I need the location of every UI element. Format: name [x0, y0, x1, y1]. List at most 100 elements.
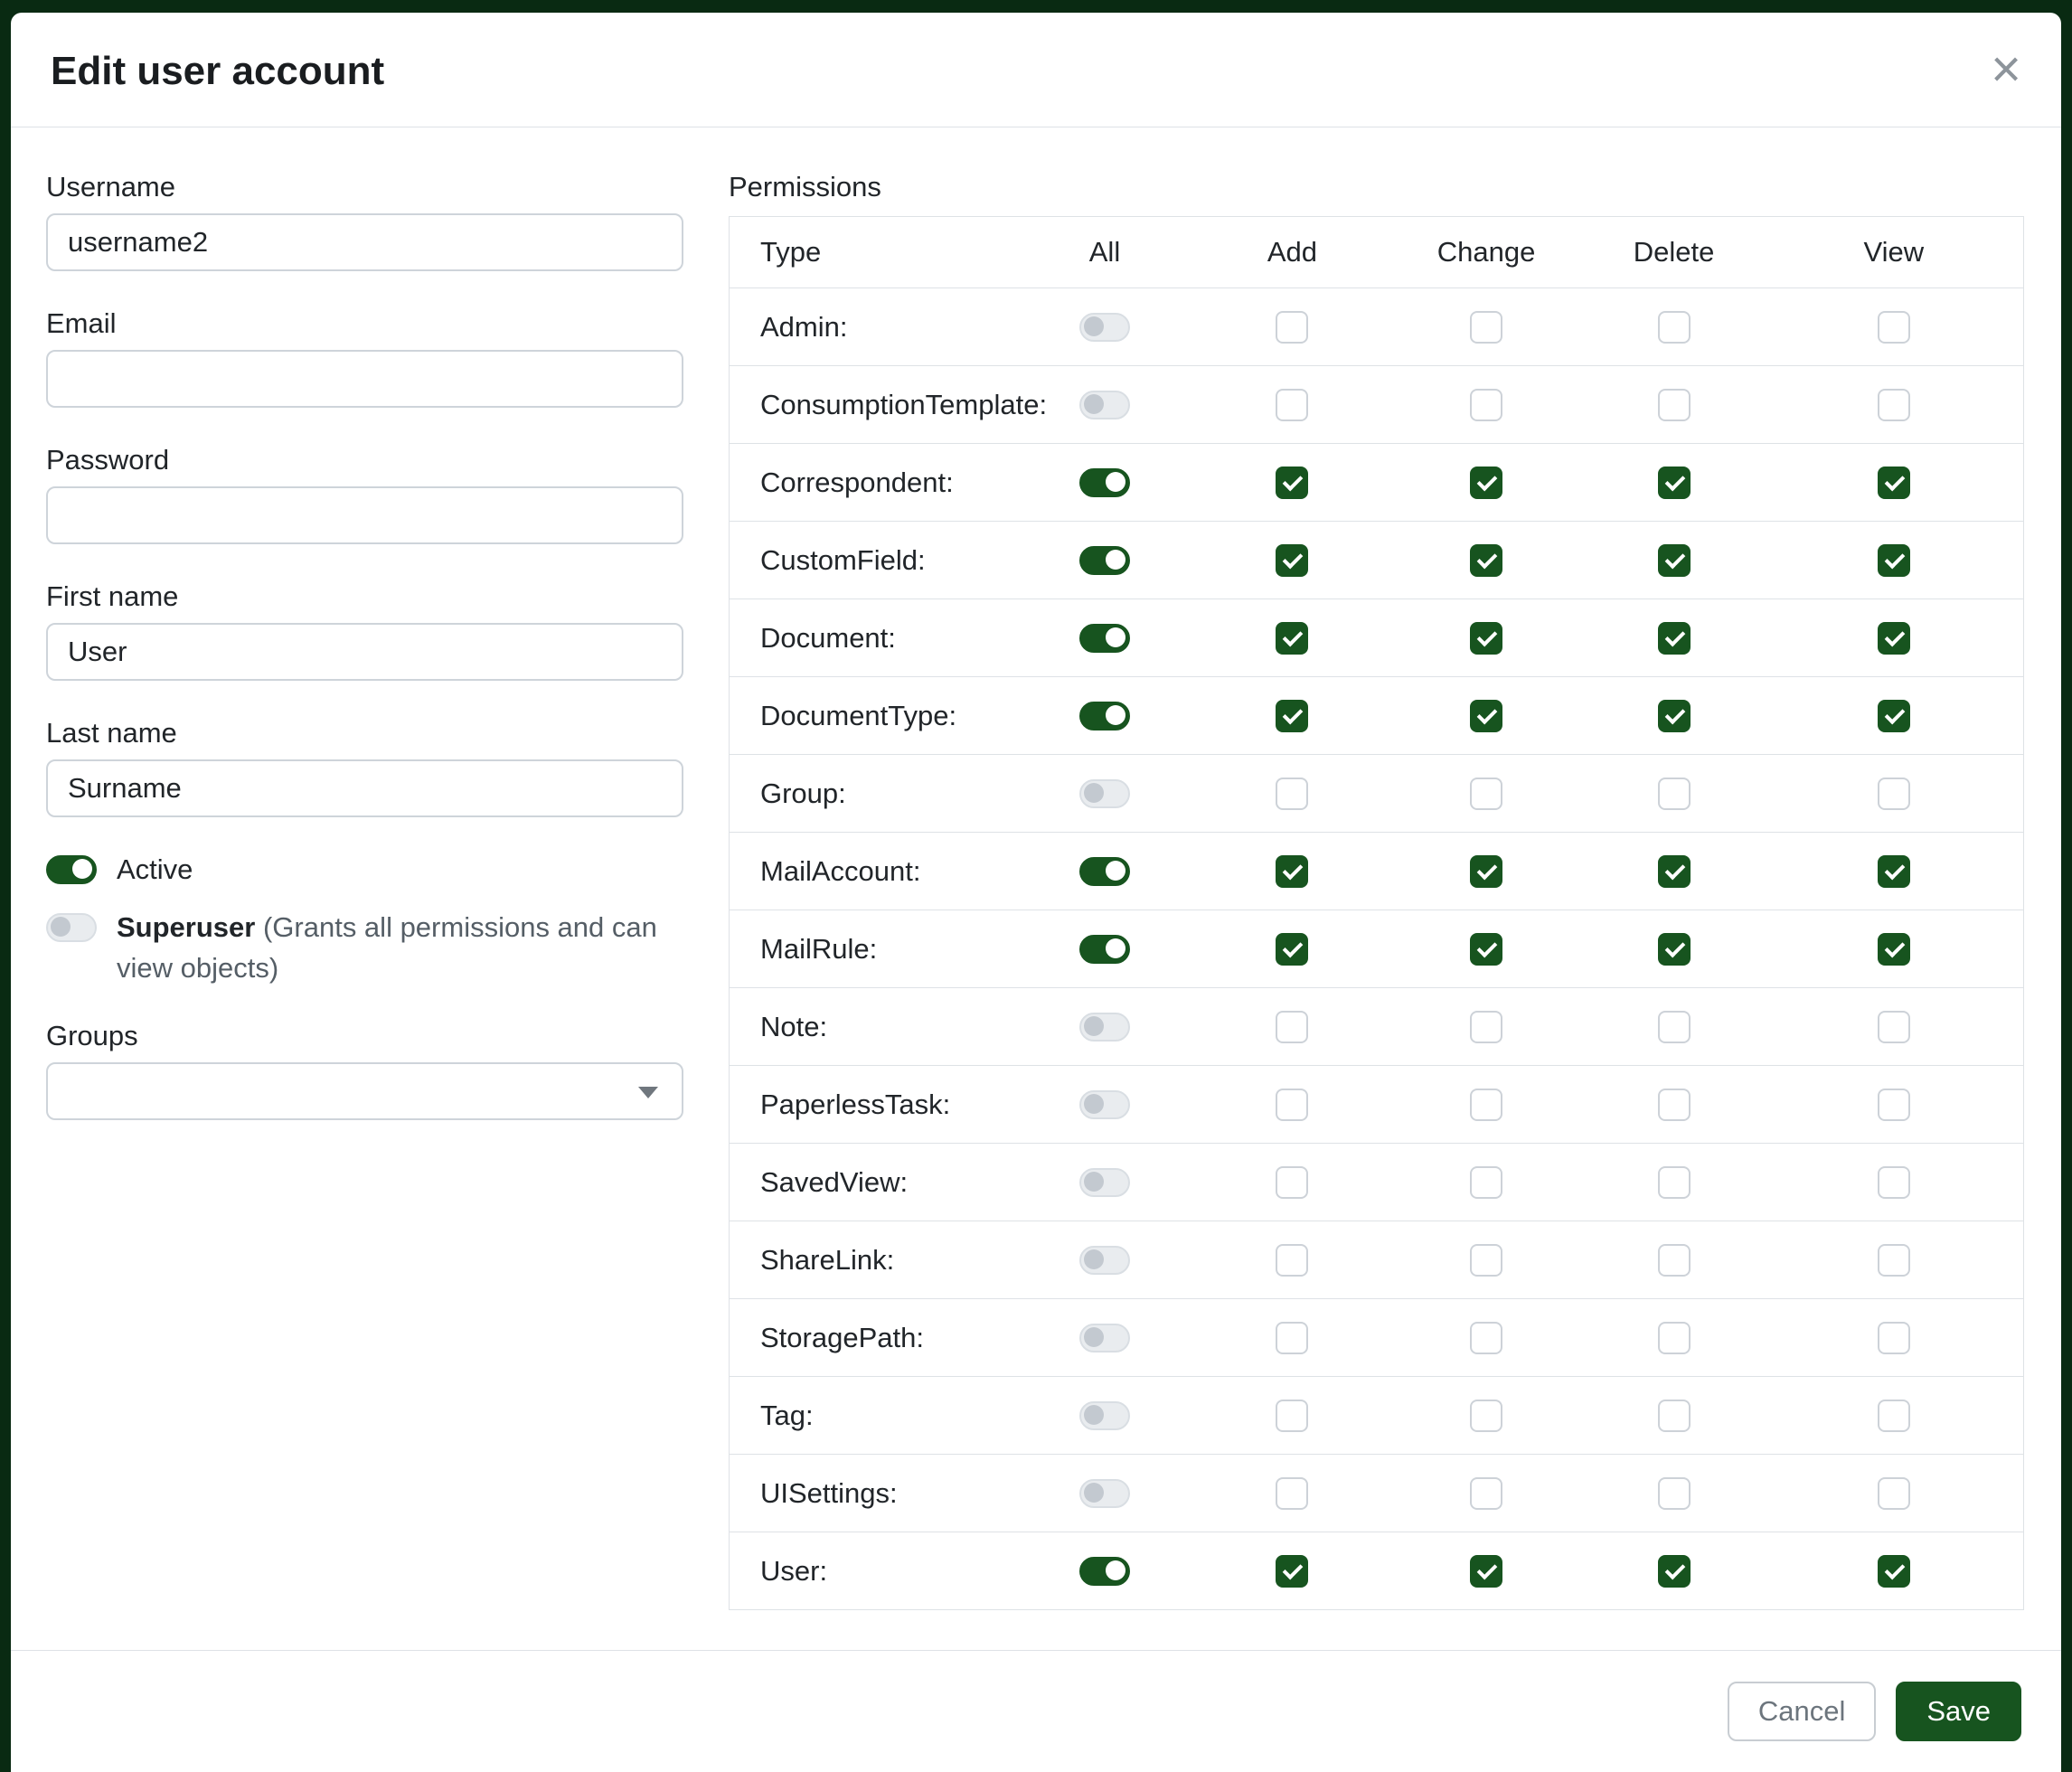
permission-add-checkbox[interactable]	[1276, 311, 1308, 344]
permission-add-checkbox[interactable]	[1276, 1400, 1308, 1432]
permission-all-toggle[interactable]	[1079, 391, 1130, 419]
permission-delete-checkbox[interactable]	[1658, 700, 1691, 732]
permission-view-checkbox[interactable]	[1878, 933, 1910, 966]
permission-change-checkbox[interactable]	[1470, 1555, 1502, 1588]
permission-delete-checkbox[interactable]	[1658, 1322, 1691, 1354]
permission-delete-checkbox[interactable]	[1658, 778, 1691, 810]
first-name-input[interactable]	[46, 623, 683, 681]
permission-row: CustomField:	[730, 521, 2023, 599]
permission-view-checkbox[interactable]	[1878, 1089, 1910, 1121]
permission-all-toggle[interactable]	[1079, 313, 1130, 342]
permission-change-checkbox[interactable]	[1470, 467, 1502, 499]
permission-view-checkbox[interactable]	[1878, 778, 1910, 810]
permission-add-checkbox[interactable]	[1276, 1555, 1308, 1588]
permission-change-checkbox[interactable]	[1470, 1322, 1502, 1354]
permission-delete-checkbox[interactable]	[1658, 1244, 1691, 1277]
permission-change-checkbox[interactable]	[1470, 544, 1502, 577]
permission-view-checkbox[interactable]	[1878, 1555, 1910, 1588]
permission-change-checkbox[interactable]	[1470, 855, 1502, 888]
permission-delete-checkbox[interactable]	[1658, 933, 1691, 966]
permission-all-toggle[interactable]	[1079, 935, 1130, 964]
permission-delete-checkbox[interactable]	[1658, 855, 1691, 888]
permission-type-label: UISettings:	[730, 1477, 1014, 1510]
permission-all-toggle[interactable]	[1079, 779, 1130, 808]
permission-add-checkbox[interactable]	[1276, 1011, 1308, 1043]
username-input[interactable]	[46, 213, 683, 271]
permission-add-checkbox[interactable]	[1276, 1089, 1308, 1121]
permission-add-checkbox[interactable]	[1276, 467, 1308, 499]
permission-add-checkbox[interactable]	[1276, 1166, 1308, 1199]
permission-add-checkbox[interactable]	[1276, 933, 1308, 966]
permission-change-checkbox[interactable]	[1470, 1089, 1502, 1121]
permission-change-checkbox[interactable]	[1470, 1244, 1502, 1277]
permission-view-checkbox[interactable]	[1878, 1400, 1910, 1432]
permission-add-checkbox[interactable]	[1276, 778, 1308, 810]
permission-view-checkbox[interactable]	[1878, 389, 1910, 421]
permission-all-toggle[interactable]	[1079, 1557, 1130, 1586]
permission-delete-checkbox[interactable]	[1658, 544, 1691, 577]
permission-change-checkbox[interactable]	[1470, 700, 1502, 732]
permission-change-checkbox[interactable]	[1470, 933, 1502, 966]
permission-delete-checkbox[interactable]	[1658, 389, 1691, 421]
permission-add-checkbox[interactable]	[1276, 1477, 1308, 1510]
modal-header: Edit user account ×	[11, 13, 2061, 127]
permission-all-toggle[interactable]	[1079, 1168, 1130, 1197]
permission-all-toggle[interactable]	[1079, 468, 1130, 497]
close-icon[interactable]: ×	[1991, 43, 2021, 96]
permission-delete-checkbox[interactable]	[1658, 467, 1691, 499]
permission-delete-checkbox[interactable]	[1658, 1555, 1691, 1588]
permission-add-checkbox[interactable]	[1276, 1322, 1308, 1354]
permission-all-toggle[interactable]	[1079, 546, 1130, 575]
permission-all-toggle[interactable]	[1079, 1013, 1130, 1042]
permission-add-checkbox[interactable]	[1276, 622, 1308, 655]
permission-view-checkbox[interactable]	[1878, 1244, 1910, 1277]
permission-change-checkbox[interactable]	[1470, 1477, 1502, 1510]
password-input[interactable]	[46, 486, 683, 544]
permission-change-checkbox[interactable]	[1470, 1400, 1502, 1432]
permission-delete-checkbox[interactable]	[1658, 1400, 1691, 1432]
permission-add-checkbox[interactable]	[1276, 389, 1308, 421]
permission-row: ConsumptionTemplate:	[730, 365, 2023, 443]
permission-delete-checkbox[interactable]	[1658, 1089, 1691, 1121]
permission-add-checkbox[interactable]	[1276, 700, 1308, 732]
permission-all-toggle[interactable]	[1079, 1479, 1130, 1508]
permission-change-checkbox[interactable]	[1470, 778, 1502, 810]
permission-change-checkbox[interactable]	[1470, 389, 1502, 421]
permission-delete-checkbox[interactable]	[1658, 1011, 1691, 1043]
permission-all-toggle[interactable]	[1079, 1090, 1130, 1119]
permission-all-toggle[interactable]	[1079, 624, 1130, 653]
permission-all-toggle[interactable]	[1079, 857, 1130, 886]
last-name-input[interactable]	[46, 759, 683, 817]
permission-delete-checkbox[interactable]	[1658, 622, 1691, 655]
permission-view-checkbox[interactable]	[1878, 1166, 1910, 1199]
permission-view-checkbox[interactable]	[1878, 1011, 1910, 1043]
permission-delete-checkbox[interactable]	[1658, 1166, 1691, 1199]
permission-view-checkbox[interactable]	[1878, 467, 1910, 499]
permission-view-checkbox[interactable]	[1878, 311, 1910, 344]
permission-delete-checkbox[interactable]	[1658, 1477, 1691, 1510]
permission-all-toggle[interactable]	[1079, 1324, 1130, 1353]
active-toggle[interactable]	[46, 855, 97, 884]
permission-view-checkbox[interactable]	[1878, 700, 1910, 732]
permission-all-toggle[interactable]	[1079, 702, 1130, 730]
permission-add-checkbox[interactable]	[1276, 544, 1308, 577]
permission-all-toggle[interactable]	[1079, 1246, 1130, 1275]
permission-change-checkbox[interactable]	[1470, 1011, 1502, 1043]
superuser-toggle[interactable]	[46, 913, 97, 942]
permission-delete-checkbox[interactable]	[1658, 311, 1691, 344]
permission-view-checkbox[interactable]	[1878, 855, 1910, 888]
permission-add-checkbox[interactable]	[1276, 855, 1308, 888]
permission-view-checkbox[interactable]	[1878, 622, 1910, 655]
permission-view-checkbox[interactable]	[1878, 1322, 1910, 1354]
permission-add-checkbox[interactable]	[1276, 1244, 1308, 1277]
permission-change-checkbox[interactable]	[1470, 1166, 1502, 1199]
email-input[interactable]	[46, 350, 683, 408]
groups-select[interactable]	[46, 1062, 683, 1120]
permission-all-toggle[interactable]	[1079, 1401, 1130, 1430]
save-button[interactable]: Save	[1896, 1682, 2021, 1741]
permission-change-checkbox[interactable]	[1470, 622, 1502, 655]
permission-view-checkbox[interactable]	[1878, 1477, 1910, 1510]
permission-view-checkbox[interactable]	[1878, 544, 1910, 577]
cancel-button[interactable]: Cancel	[1728, 1682, 1877, 1741]
permission-change-checkbox[interactable]	[1470, 311, 1502, 344]
